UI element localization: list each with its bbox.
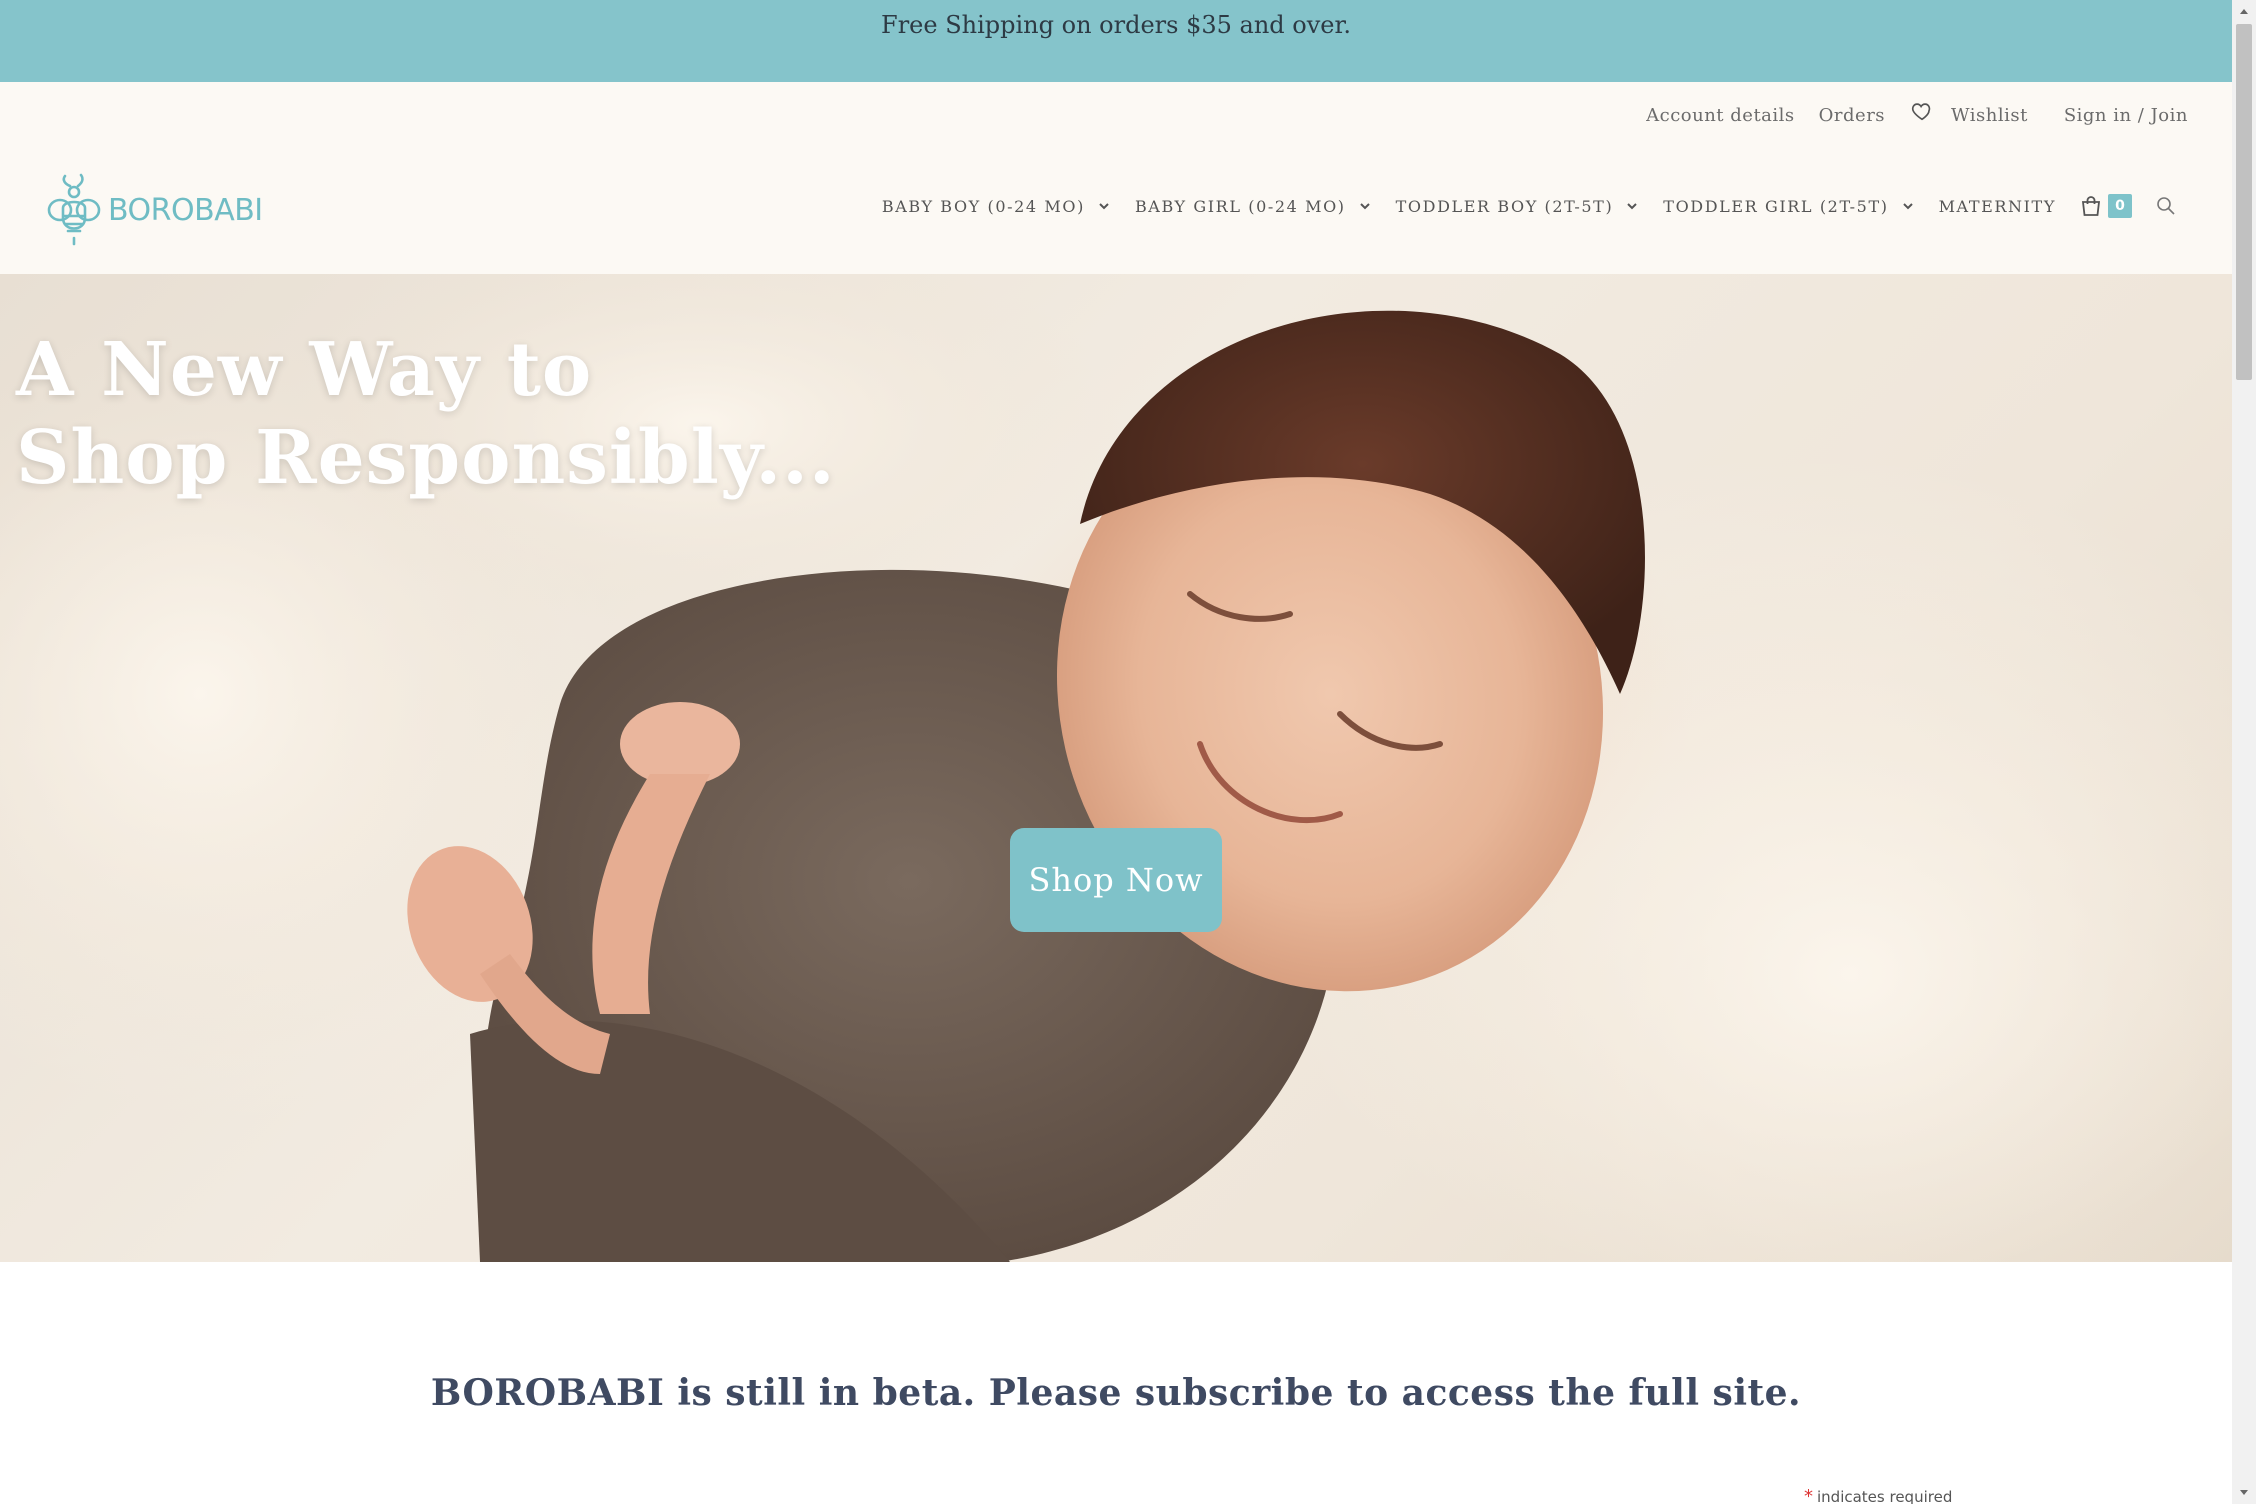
nav-item-baby-girl[interactable]: BABY GIRL (0-24 MO)	[1135, 197, 1372, 216]
search-icon[interactable]	[2156, 196, 2176, 216]
nav-item-toddler-girl[interactable]: TODDLER GIRL (2T-5T)	[1663, 197, 1914, 216]
promo-bar: Free Shipping on orders $35 and over.	[0, 0, 2232, 82]
nav-item-maternity[interactable]: MATERNITY	[1939, 197, 2056, 216]
bee-logo-icon	[47, 173, 101, 246]
promo-text: Free Shipping on orders $35 and over.	[881, 11, 1351, 39]
shopping-bag-icon	[2081, 196, 2101, 216]
scrollbar-thumb[interactable]	[2236, 24, 2252, 380]
main-nav: BABY BOY (0-24 MO) BABY GIRL (0-24 MO) T…	[858, 194, 2176, 218]
site-logo[interactable]: BOROBABI	[46, 172, 263, 248]
required-asterisk: *	[1804, 1486, 1813, 1504]
chevron-down-icon	[1902, 203, 1913, 210]
page-scrollbar[interactable]	[2232, 0, 2256, 1504]
account-details-link[interactable]: Account details	[1646, 105, 1795, 126]
nav-item-label: TODDLER BOY (2T-5T)	[1395, 196, 1614, 216]
heart-icon[interactable]	[1911, 100, 1933, 122]
nav-item-toddler-boy[interactable]: TODDLER BOY (2T-5T)	[1396, 197, 1640, 216]
chevron-down-icon	[1627, 203, 1638, 210]
cart-count-badge: 0	[2108, 194, 2132, 218]
nav-item-label: BABY GIRL (0-24 MO)	[1134, 196, 1346, 216]
logo-wordmark: BOROBABI	[108, 192, 263, 228]
nav-item-label: TODDLER GIRL (2T-5T)	[1663, 196, 1889, 216]
cart-button[interactable]: 0	[2080, 194, 2132, 218]
hero-banner: A New Way to Shop Responsibly... Shop No…	[0, 274, 2232, 1262]
wishlist-link[interactable]: Wishlist	[1951, 105, 2028, 126]
site-header: Account details Orders Wishlist Sign in …	[0, 82, 2232, 274]
chevron-down-icon	[1099, 203, 1109, 210]
orders-link[interactable]: Orders	[1819, 105, 1885, 126]
shop-now-button[interactable]: Shop Now	[1010, 828, 1222, 932]
required-note-text: indicates required	[1817, 1488, 1953, 1504]
top-nav: Account details Orders Wishlist Sign in …	[1646, 103, 2188, 126]
beta-message: BOROBABI is still in beta. Please subscr…	[430, 1372, 1802, 1414]
hero-headline-line-1: A New Way to	[16, 327, 593, 413]
nav-item-label: BABY BOY (0-24 MO)	[881, 196, 1085, 216]
scroll-up-arrow-icon[interactable]	[2232, 0, 2256, 22]
chevron-down-icon	[1359, 203, 1370, 210]
beta-section: BOROBABI is still in beta. Please subscr…	[0, 1262, 2232, 1504]
required-note: * indicates required	[1804, 1486, 1952, 1504]
nav-item-label: MATERNITY	[1938, 196, 2056, 216]
page: Free Shipping on orders $35 and over. Ac…	[0, 0, 2232, 1504]
hero-headline-line-2: Shop Responsibly...	[16, 415, 836, 501]
hero-headline: A New Way to Shop Responsibly...	[16, 326, 836, 502]
nav-item-baby-boy[interactable]: BABY BOY (0-24 MO)	[882, 197, 1111, 216]
scroll-down-arrow-icon[interactable]	[2232, 1482, 2256, 1504]
sign-in-join-link[interactable]: Sign in / Join	[2064, 105, 2188, 126]
